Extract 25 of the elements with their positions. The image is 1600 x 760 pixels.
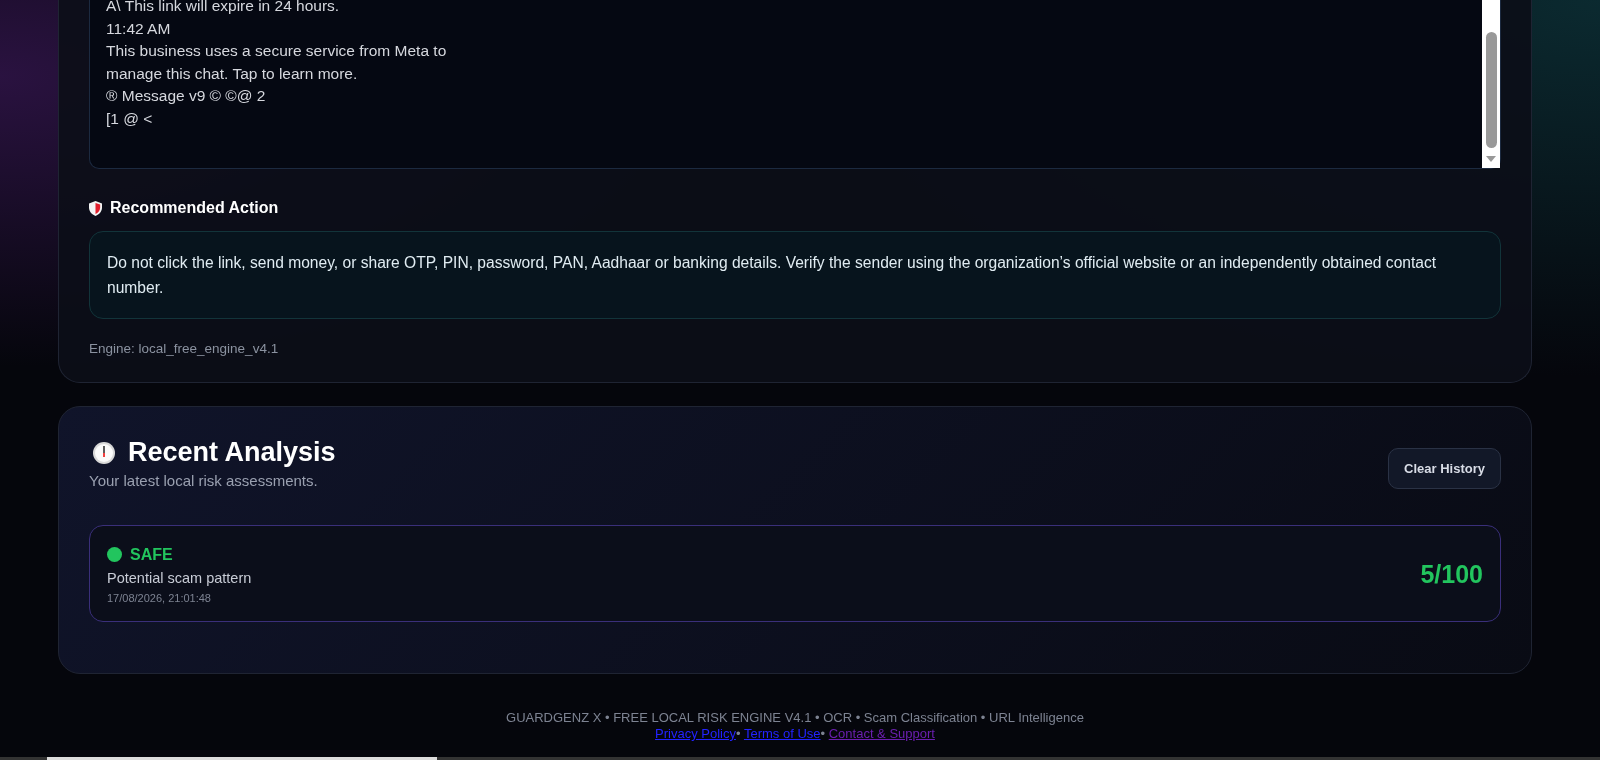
history-item[interactable]: SAFE Potential scam pattern 17/08/2026, 21:01:48 5/100 xyxy=(89,525,1501,622)
section-title: Recent Analysis xyxy=(128,437,336,468)
message-line: [1 @ < xyxy=(106,108,154,129)
risk-score: 5/100 xyxy=(1420,560,1483,589)
separator-dot: • xyxy=(736,726,741,741)
engine-label: Engine: local_free_engine_v4.1 xyxy=(89,341,280,356)
section-title: Recommended Action xyxy=(110,199,279,217)
message-line: 11:42 AM xyxy=(106,18,172,39)
message-text-area[interactable]: A\ This link will expire in 24 hours. 11:42 AM This business uses a secure service from Meta to manage this chat. Tap to learn more. ® Message v9 © ©@ 2 [1 @ < xyxy=(89,0,1501,169)
message-line: manage this chat. Tap to learn more. xyxy=(106,63,359,84)
message-line: A\ This link will expire in 24 hours. xyxy=(106,0,341,16)
scroll-down-arrow-icon[interactable] xyxy=(1486,156,1496,162)
item-timestamp: 17/08/2026, 21:01:48 xyxy=(107,591,212,604)
clear-history-button[interactable]: Clear History xyxy=(1388,448,1501,489)
status-label: SAFE xyxy=(130,545,173,564)
shield-icon xyxy=(89,200,102,216)
item-summary: Potential scam pattern xyxy=(107,569,252,586)
footer-text: GUARDGENZ X • FREE LOCAL RISK ENGINE V4.1 • OCR • Scam Classification • URL Intelligence xyxy=(505,710,1085,725)
section-subtitle: Your latest local risk assessments. xyxy=(89,472,319,489)
recommended-action-text: Do not click the link, send money, or share OTP, PIN, password, PAN, Aadhaar or banking details. Verify the sender using the organization’s official website or an independently obtained contact number. xyxy=(89,231,1501,319)
separator-dot: • xyxy=(820,726,826,741)
clock-icon xyxy=(92,440,116,465)
scrollbar[interactable] xyxy=(1482,0,1500,168)
message-line: This business uses a secure service from Meta to xyxy=(106,41,447,61)
message-line: ® Message v9 © ©@ 2 xyxy=(106,86,267,106)
